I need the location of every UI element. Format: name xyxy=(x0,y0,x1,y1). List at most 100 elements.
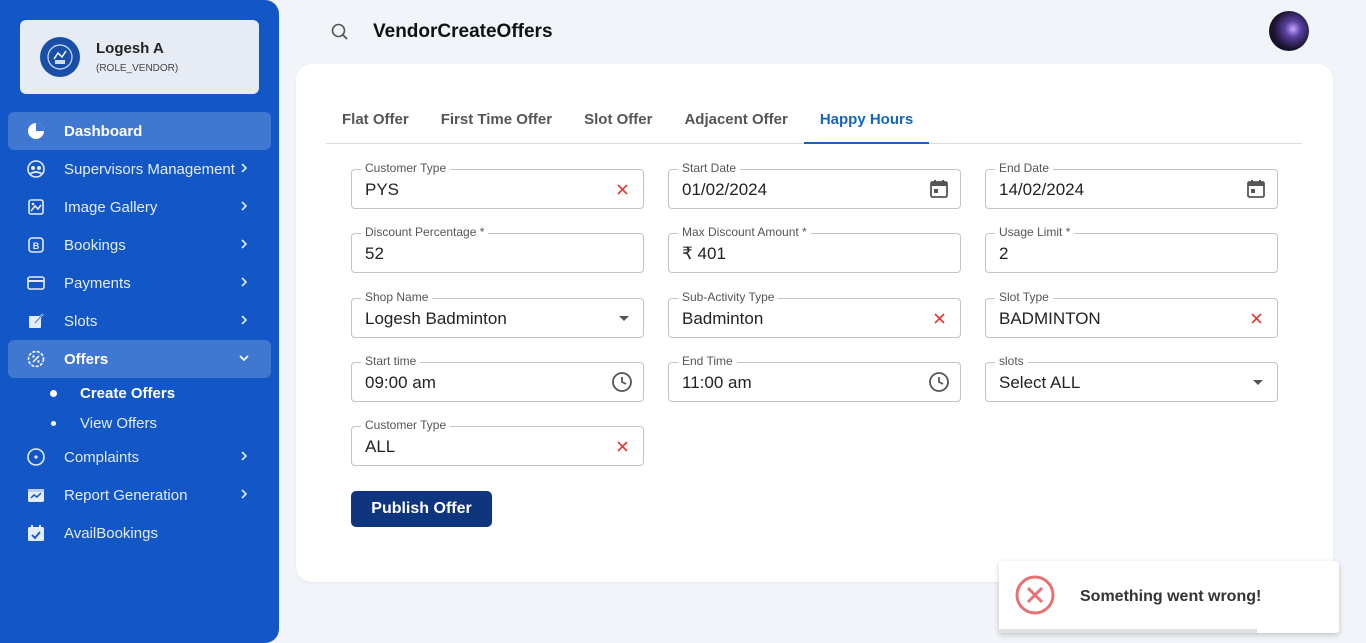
chevron-right-icon xyxy=(241,239,248,249)
sidebar-item-bookings[interactable]: B Bookings xyxy=(8,226,271,264)
end-time-field[interactable]: End Time 11:00 am xyxy=(668,354,961,402)
credit-card-icon xyxy=(26,273,46,293)
tab-happy-hours[interactable]: Happy Hours xyxy=(803,96,930,144)
sidebar-item-dashboard[interactable]: Dashboard xyxy=(8,112,271,150)
people-icon xyxy=(26,159,46,179)
sidebar-item-supervisors[interactable]: Supervisors Management xyxy=(8,150,271,188)
clock-icon[interactable] xyxy=(611,371,633,393)
bookings-icon: B xyxy=(26,235,46,255)
field-label: Sub-Activity Type xyxy=(678,290,779,304)
chevron-down-icon xyxy=(239,355,249,362)
field-label: slots xyxy=(995,354,1028,368)
sidebar-item-image-gallery[interactable]: Image Gallery xyxy=(8,188,271,226)
field-label: Discount Percentage * xyxy=(361,225,489,239)
chevron-right-icon xyxy=(241,277,248,287)
sub-activity-field[interactable]: Sub-Activity Type Badminton xyxy=(668,290,961,338)
sidebar-subitem-create-offers[interactable]: Create Offers xyxy=(8,378,271,408)
field-label: Customer Type xyxy=(361,161,451,175)
slots-select[interactable]: slots Select ALL xyxy=(985,354,1278,402)
field-label: Start time xyxy=(361,354,421,368)
field-value: Logesh Badminton xyxy=(365,309,507,328)
toast-progress-bar xyxy=(999,629,1258,633)
dropdown-arrow-icon[interactable] xyxy=(1253,380,1263,385)
field-value: 2 xyxy=(999,244,1009,263)
search-icon[interactable] xyxy=(330,22,350,42)
sidebar-item-label: Supervisors Management xyxy=(64,160,235,178)
sidebar-subitem-view-offers[interactable]: View Offers xyxy=(8,408,271,438)
publish-offer-button[interactable]: Publish Offer xyxy=(351,491,492,527)
slot-type-field[interactable]: Slot Type BADMINTON xyxy=(985,290,1278,338)
sidebar: Logesh A (ROLE_VENDOR) Dashboard Supervi… xyxy=(0,0,279,643)
sidebar-item-slots[interactable]: Slots xyxy=(8,302,271,340)
customer-type-field-2[interactable]: Customer Type ALL xyxy=(351,418,644,466)
error-toast[interactable]: Something went wrong! xyxy=(999,561,1339,633)
field-value: 01/02/2024 xyxy=(682,180,768,199)
field-value: 14/02/2024 xyxy=(999,180,1085,199)
sidebar-item-label: Payments xyxy=(64,274,131,292)
field-value: PYS xyxy=(365,180,400,199)
shop-name-select[interactable]: Shop Name Logesh Badminton xyxy=(351,290,644,338)
calendar-icon[interactable] xyxy=(1245,178,1267,200)
sidebar-item-label: Slots xyxy=(64,312,98,330)
sidebar-item-label: Complaints xyxy=(64,448,140,466)
profile-name: Logesh A xyxy=(96,40,164,57)
sidebar-item-label: Image Gallery xyxy=(64,198,158,216)
field-value: 09:00 am xyxy=(365,373,436,392)
field-label: Max Discount Amount * xyxy=(678,225,811,239)
field-value: 52 xyxy=(365,244,384,263)
field-label: Start Date xyxy=(678,161,741,175)
field-label: Usage Limit * xyxy=(995,225,1075,239)
page-title: VendorCreateOffers xyxy=(373,21,553,42)
chevron-right-icon xyxy=(241,163,248,173)
profile-role: (ROLE_VENDOR) xyxy=(96,63,179,74)
start-date-field[interactable]: Start Date 01/02/2024 xyxy=(668,161,961,209)
start-time-field[interactable]: Start time 09:00 am xyxy=(351,354,644,402)
field-label: End Time xyxy=(678,354,737,368)
clear-icon[interactable] xyxy=(1249,311,1263,325)
sidebar-item-availbookings[interactable]: AvailBookings xyxy=(8,514,271,552)
clear-icon[interactable] xyxy=(615,182,629,196)
tab-first-time-offer[interactable]: First Time Offer xyxy=(425,96,568,143)
calendar-icon[interactable] xyxy=(928,178,950,200)
sidebar-item-label: AvailBookings xyxy=(64,524,158,542)
sidebar-item-offers[interactable]: Offers xyxy=(8,340,271,378)
field-label: Shop Name xyxy=(361,290,433,304)
bullet-icon xyxy=(50,389,57,397)
clear-icon[interactable] xyxy=(932,311,946,325)
field-value: Select ALL xyxy=(999,373,1081,392)
discount-percentage-field[interactable]: Discount Percentage * 52 xyxy=(351,225,644,273)
field-value: ₹ 401 xyxy=(682,244,726,263)
sidebar-item-label: Dashboard xyxy=(64,122,143,140)
sidebar-item-label: Bookings xyxy=(64,236,126,254)
chevron-right-icon xyxy=(241,451,248,461)
bullet-icon xyxy=(51,420,56,426)
clear-icon[interactable] xyxy=(615,439,629,453)
chevron-right-icon xyxy=(241,315,248,325)
sidebar-item-complaints[interactable]: Complaints xyxy=(8,438,271,476)
field-label: Customer Type xyxy=(361,418,451,432)
sidebar-subitem-label: View Offers xyxy=(80,414,157,432)
user-avatar[interactable] xyxy=(1269,11,1309,51)
image-gallery-icon xyxy=(26,197,46,217)
tab-adjacent-offer[interactable]: Adjacent Offer xyxy=(668,96,803,143)
sidebar-item-label: Report Generation xyxy=(64,486,188,504)
error-icon xyxy=(1014,574,1056,621)
offer-tabs: Flat Offer First Time Offer Slot Offer A… xyxy=(326,96,1302,144)
report-icon xyxy=(26,485,46,505)
tab-slot-offer[interactable]: Slot Offer xyxy=(568,96,668,143)
sidebar-item-report-generation[interactable]: Report Generation xyxy=(8,476,271,514)
field-value: BADMINTON xyxy=(999,309,1101,328)
sidebar-item-payments[interactable]: Payments xyxy=(8,264,271,302)
usage-limit-field[interactable]: Usage Limit * 2 xyxy=(985,225,1278,273)
top-bar: VendorCreateOffers xyxy=(279,0,1366,64)
clock-icon[interactable] xyxy=(928,371,950,393)
max-discount-field[interactable]: Max Discount Amount * ₹ 401 xyxy=(668,225,961,273)
calendar-check-icon xyxy=(26,523,46,543)
customer-type-field[interactable]: Customer Type PYS xyxy=(351,161,644,209)
field-value: Badminton xyxy=(682,309,764,328)
dropdown-arrow-icon[interactable] xyxy=(619,316,629,321)
end-date-field[interactable]: End Date 14/02/2024 xyxy=(985,161,1278,209)
field-label: End Date xyxy=(995,161,1054,175)
tab-flat-offer[interactable]: Flat Offer xyxy=(326,96,425,143)
complaints-icon xyxy=(26,447,46,467)
